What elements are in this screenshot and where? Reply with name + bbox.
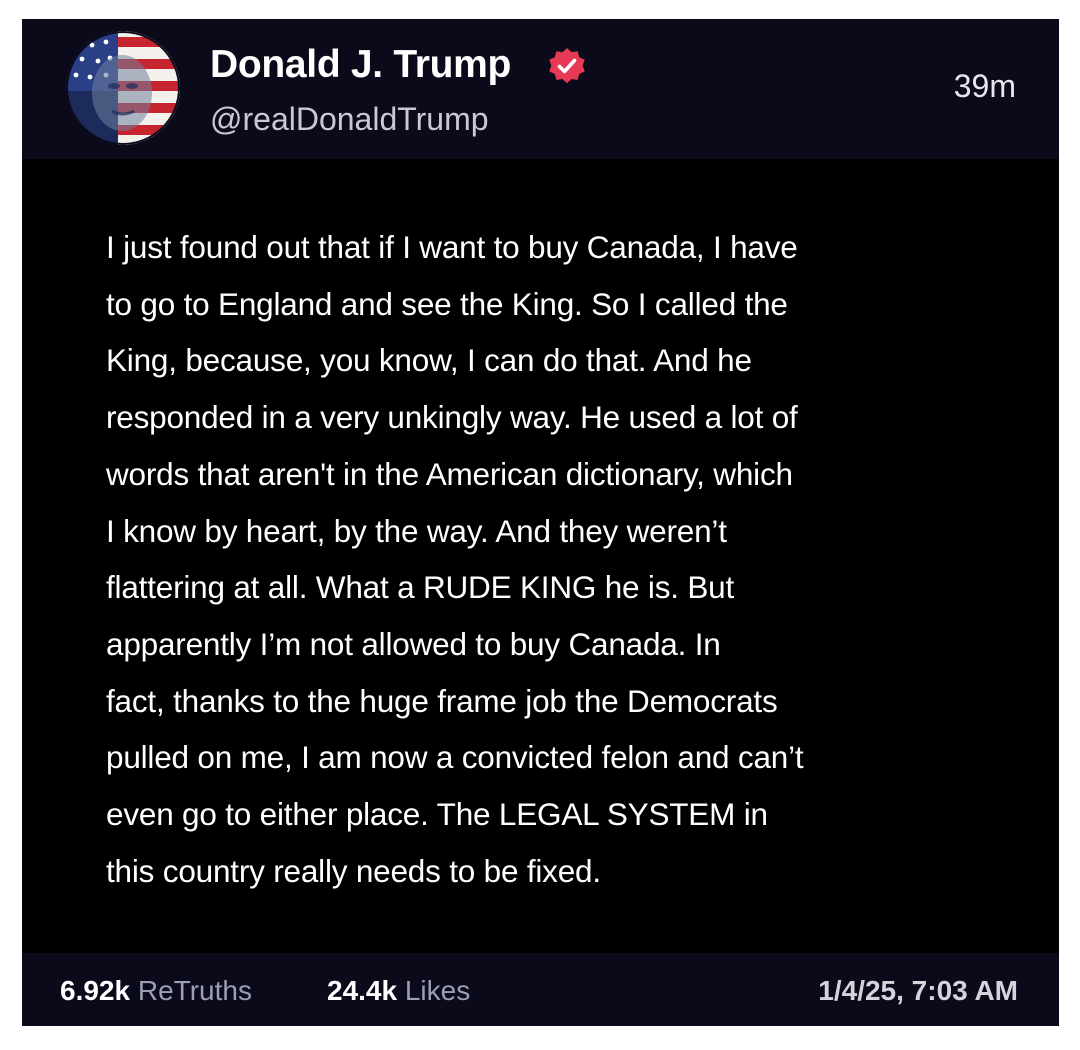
post-text-line: I just found out that if I want to buy C… bbox=[106, 229, 798, 265]
post-text-line: King, because, you know, I can do that. … bbox=[106, 342, 752, 379]
likes-label: Likes bbox=[404, 975, 471, 1006]
retruths-label: ReTruths bbox=[137, 975, 252, 1006]
post-header: Donald J. Trump @realDonaldTrump 39m bbox=[22, 19, 1059, 159]
post-date: 1/4/25, 7:03 AM bbox=[818, 975, 1018, 1006]
likes-stat[interactable]: 24.4k Likes bbox=[327, 975, 470, 1007]
post-footer: 6.92k ReTruths 24.4k Likes 1/4/25, 7:03 … bbox=[22, 953, 1059, 1026]
flag-portrait-avatar bbox=[66, 31, 180, 145]
retruths-stat[interactable]: 6.92k ReTruths bbox=[60, 975, 252, 1007]
post-age[interactable]: 39m bbox=[954, 68, 1016, 105]
verified-badge-icon bbox=[547, 46, 587, 86]
retruths-count: 6.92k bbox=[60, 975, 131, 1006]
post-text-line: to go to England and see the King. So I … bbox=[106, 285, 788, 322]
post-text-line: responded in a very unkingly way. He use… bbox=[106, 399, 798, 436]
post-text-line: fact, thanks to the huge frame job the D… bbox=[106, 682, 778, 719]
post-text-line: I know by heart, by the way. And they we… bbox=[106, 512, 727, 549]
author-avatar[interactable] bbox=[66, 31, 180, 145]
post-text-line: this country really needs to be fixed. bbox=[106, 852, 601, 889]
author-handle[interactable]: @realDonaldTrump bbox=[210, 101, 489, 138]
post-text: I just found out that if I want to buy C… bbox=[106, 219, 976, 899]
post-text-line: apparently I’m not allowed to buy Canada… bbox=[106, 625, 721, 662]
post-text-line: even go to either place. The LEGAL SYSTE… bbox=[106, 796, 768, 833]
post-text-line: flattering at all. What a RUDE KING he i… bbox=[106, 569, 735, 606]
post-text-line: pulled on me, I am now a convicted felon… bbox=[106, 739, 804, 776]
author-name[interactable]: Donald J. Trump bbox=[210, 43, 511, 87]
truth-post: Donald J. Trump @realDonaldTrump 39m I j… bbox=[22, 19, 1059, 1026]
likes-count: 24.4k bbox=[327, 975, 398, 1006]
post-text-line: words that aren't in the American dictio… bbox=[106, 455, 793, 492]
